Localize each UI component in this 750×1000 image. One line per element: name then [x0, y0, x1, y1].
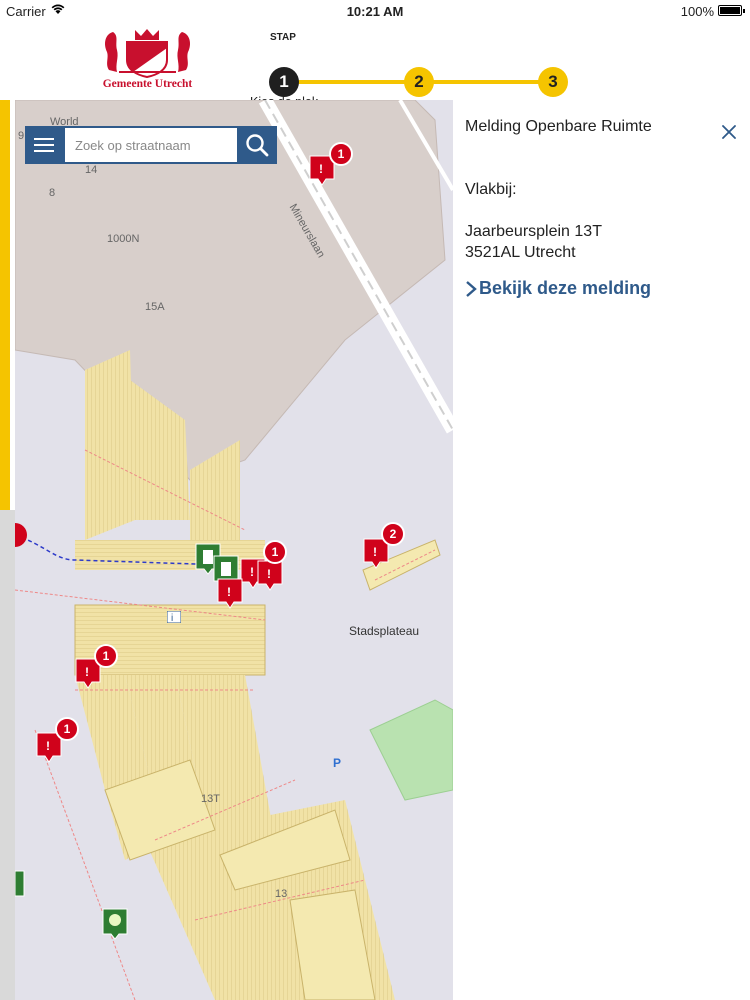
address: Jaarbeursplein 13T 3521AL Utrecht — [465, 221, 602, 263]
view-report-label: Bekijk deze melding — [479, 278, 652, 298]
map-label-13t: 13T — [201, 793, 220, 805]
address-street: Jaarbeursplein 13T — [465, 223, 602, 240]
report-count-badge: 1 — [329, 142, 353, 166]
step-1-indicator[interactable]: 1 — [269, 67, 299, 97]
report-marker[interactable]: ! — [217, 578, 243, 610]
map-label-9: 9 — [18, 130, 25, 142]
map-view[interactable]: World 9 14 8 1000N 15A Mineurslaan Stads… — [15, 100, 453, 1000]
svg-text:!: ! — [250, 565, 254, 579]
svg-text:i: i — [171, 613, 173, 623]
map-label-8: 8 — [49, 187, 56, 199]
report-marker[interactable]: ! — [257, 560, 283, 592]
panel-title: Melding Openbare Ruimte — [465, 118, 652, 135]
map-edge — [0, 510, 15, 1000]
map-label-14: 14 — [85, 164, 98, 176]
svg-text:!: ! — [319, 162, 323, 176]
app-header: Gemeente Utrecht STAP 1 2 3 Kies de plek — [0, 22, 750, 109]
near-label: Vlakbij: — [465, 181, 517, 198]
battery-icon — [718, 5, 745, 16]
map-label-15a: 15A — [145, 301, 165, 313]
svg-text:!: ! — [227, 585, 231, 599]
clock: 10:21 AM — [346, 4, 404, 19]
report-count-badge: 1 — [263, 540, 287, 564]
logo-wordmark: Gemeente Utrecht — [102, 78, 193, 90]
step-3-indicator[interactable]: 3 — [538, 67, 568, 97]
hamburger-line — [34, 150, 54, 152]
svg-text:!: ! — [373, 545, 377, 559]
address-city: 3521AL Utrecht — [465, 244, 576, 261]
map-label-stadsplateau: Stadsplateau — [349, 624, 420, 638]
search-button[interactable] — [237, 126, 277, 164]
chevron-right-icon — [466, 280, 477, 297]
streetlight-marker[interactable] — [102, 908, 128, 940]
search-bar — [25, 126, 277, 164]
step-2-indicator[interactable]: 2 — [404, 67, 434, 97]
svg-text:!: ! — [46, 739, 50, 753]
stap-label: STAP — [270, 32, 296, 43]
gemeente-utrecht-logo: Gemeente Utrecht — [95, 28, 200, 92]
report-count-badge: 1 — [94, 644, 118, 668]
report-detail-panel: Melding Openbare Ruimte Vlakbij: Jaarbeu… — [453, 100, 750, 1000]
svg-text:P: P — [333, 756, 341, 769]
search-icon — [246, 134, 269, 157]
hamburger-line — [34, 144, 54, 146]
hamburger-line — [34, 138, 54, 140]
drawer-edge-indicator[interactable] — [0, 100, 10, 510]
map-label-1000n: 1000N — [107, 233, 140, 245]
report-count-badge: 2 — [381, 522, 405, 546]
close-icon — [722, 125, 736, 139]
svg-text:!: ! — [85, 665, 89, 679]
battery-percentage: 100% — [680, 4, 714, 19]
search-input[interactable] — [63, 126, 239, 164]
menu-button[interactable] — [25, 126, 63, 164]
map-label-13: 13 — [275, 888, 288, 900]
city-crest-icon — [105, 29, 190, 79]
svg-text:!: ! — [267, 567, 271, 581]
status-bar: Carrier 10:21 AM 100% — [0, 0, 750, 22]
close-button[interactable] — [719, 122, 739, 142]
waste-container-marker[interactable] — [15, 870, 41, 902]
report-count-badge: 1 — [55, 717, 79, 741]
view-report-link[interactable]: Bekijk deze melding — [465, 278, 651, 299]
